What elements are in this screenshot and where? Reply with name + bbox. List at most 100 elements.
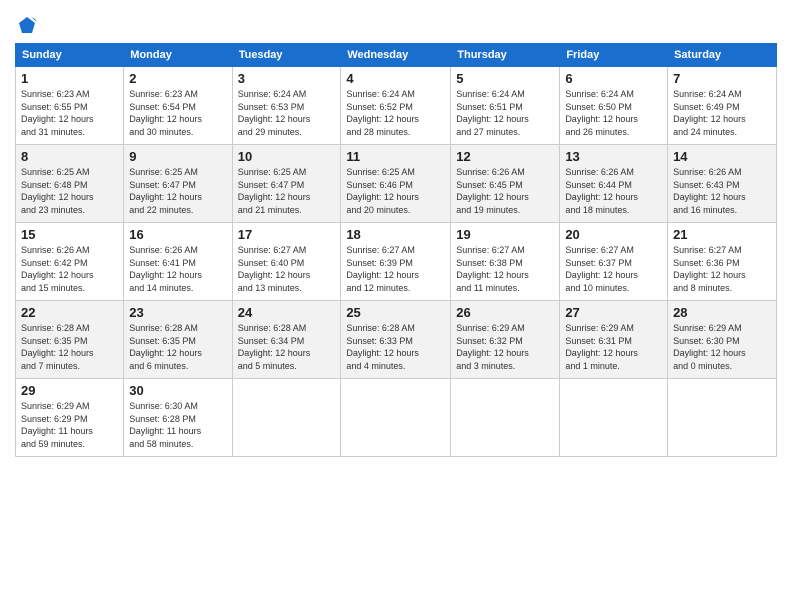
day-info: Sunrise: 6:25 AM Sunset: 6:48 PM Dayligh… [21, 166, 118, 216]
day-cell: 21Sunrise: 6:27 AM Sunset: 6:36 PM Dayli… [668, 223, 777, 301]
logo [15, 15, 37, 35]
day-info: Sunrise: 6:30 AM Sunset: 6:28 PM Dayligh… [129, 400, 226, 450]
day-cell: 30 Sunrise: 6:30 AM Sunset: 6:28 PM Dayli… [124, 379, 232, 457]
day-number: 13 [565, 149, 662, 164]
day-number: 22 [21, 305, 118, 320]
day-number: 6 [565, 71, 662, 86]
day-info: Sunrise: 6:26 AM Sunset: 6:45 PM Dayligh… [456, 166, 554, 216]
day-cell: 18 Sunrise: 6:27 AM Sunset: 6:39 PM Dayli… [341, 223, 451, 301]
day-number: 20 [565, 227, 662, 242]
day-number: 23 [129, 305, 226, 320]
day-info: Sunrise: 6:23 AM Sunset: 6:54 PM Dayligh… [129, 88, 226, 138]
day-number: 9 [129, 149, 226, 164]
day-cell: 22 Sunrise: 6:28 AM Sunset: 6:35 PM Dayli… [16, 301, 124, 379]
week-row-5: 29 Sunrise: 6:29 AM Sunset: 6:29 PM Dayli… [16, 379, 777, 457]
day-cell: 16 Sunrise: 6:26 AM Sunset: 6:41 PM Dayli… [124, 223, 232, 301]
day-number: 19 [456, 227, 554, 242]
day-cell [451, 379, 560, 457]
col-header-tuesday: Tuesday [232, 44, 341, 67]
day-info: Sunrise: 6:24 AM Sunset: 6:53 PM Dayligh… [238, 88, 336, 138]
day-info: Sunrise: 6:24 AM Sunset: 6:50 PM Dayligh… [565, 88, 662, 138]
day-info: Sunrise: 6:27 AM Sunset: 6:37 PM Dayligh… [565, 244, 662, 294]
col-header-thursday: Thursday [451, 44, 560, 67]
day-cell: 2 Sunrise: 6:23 AM Sunset: 6:54 PM Daylig… [124, 67, 232, 145]
day-cell: 9 Sunrise: 6:25 AM Sunset: 6:47 PM Daylig… [124, 145, 232, 223]
day-info: Sunrise: 6:28 AM Sunset: 6:35 PM Dayligh… [129, 322, 226, 372]
day-cell: 15Sunrise: 6:26 AM Sunset: 6:42 PM Dayli… [16, 223, 124, 301]
day-number: 8 [21, 149, 118, 164]
day-info: Sunrise: 6:24 AM Sunset: 6:51 PM Dayligh… [456, 88, 554, 138]
col-header-saturday: Saturday [668, 44, 777, 67]
calendar-table: SundayMondayTuesdayWednesdayThursdayFrid… [15, 43, 777, 457]
day-info: Sunrise: 6:28 AM Sunset: 6:34 PM Dayligh… [238, 322, 336, 372]
day-cell [341, 379, 451, 457]
day-cell: 24 Sunrise: 6:28 AM Sunset: 6:34 PM Dayli… [232, 301, 341, 379]
day-number: 29 [21, 383, 118, 398]
day-number: 17 [238, 227, 336, 242]
day-number: 28 [673, 305, 771, 320]
day-number: 7 [673, 71, 771, 86]
day-cell: 7 Sunrise: 6:24 AM Sunset: 6:49 PM Daylig… [668, 67, 777, 145]
day-cell: 23 Sunrise: 6:28 AM Sunset: 6:35 PM Dayli… [124, 301, 232, 379]
col-header-wednesday: Wednesday [341, 44, 451, 67]
day-cell: 19 Sunrise: 6:27 AM Sunset: 6:38 PM Dayli… [451, 223, 560, 301]
day-cell: 4 Sunrise: 6:24 AM Sunset: 6:52 PM Daylig… [341, 67, 451, 145]
day-cell [232, 379, 341, 457]
day-number: 1 [21, 71, 118, 86]
page-container: SundayMondayTuesdayWednesdayThursdayFrid… [0, 0, 792, 467]
day-info: Sunrise: 6:27 AM Sunset: 6:38 PM Dayligh… [456, 244, 554, 294]
day-info: Sunrise: 6:27 AM Sunset: 6:39 PM Dayligh… [346, 244, 445, 294]
day-info: Sunrise: 6:29 AM Sunset: 6:29 PM Dayligh… [21, 400, 118, 450]
day-info: Sunrise: 6:24 AM Sunset: 6:49 PM Dayligh… [673, 88, 771, 138]
day-cell: 28 Sunrise: 6:29 AM Sunset: 6:30 PM Dayli… [668, 301, 777, 379]
day-info: Sunrise: 6:25 AM Sunset: 6:47 PM Dayligh… [238, 166, 336, 216]
week-row-2: 8 Sunrise: 6:25 AM Sunset: 6:48 PM Daylig… [16, 145, 777, 223]
day-info: Sunrise: 6:28 AM Sunset: 6:35 PM Dayligh… [21, 322, 118, 372]
day-cell: 14 Sunrise: 6:26 AM Sunset: 6:43 PM Dayli… [668, 145, 777, 223]
day-info: Sunrise: 6:29 AM Sunset: 6:30 PM Dayligh… [673, 322, 771, 372]
day-info: Sunrise: 6:26 AM Sunset: 6:41 PM Dayligh… [129, 244, 226, 294]
week-row-1: 1 Sunrise: 6:23 AM Sunset: 6:55 PM Daylig… [16, 67, 777, 145]
day-cell: 17Sunrise: 6:27 AM Sunset: 6:40 PM Dayli… [232, 223, 341, 301]
day-info: Sunrise: 6:24 AM Sunset: 6:52 PM Dayligh… [346, 88, 445, 138]
day-info: Sunrise: 6:29 AM Sunset: 6:31 PM Dayligh… [565, 322, 662, 372]
day-number: 3 [238, 71, 336, 86]
day-info: Sunrise: 6:25 AM Sunset: 6:46 PM Dayligh… [346, 166, 445, 216]
day-info: Sunrise: 6:26 AM Sunset: 6:43 PM Dayligh… [673, 166, 771, 216]
day-cell [560, 379, 668, 457]
day-info: Sunrise: 6:29 AM Sunset: 6:32 PM Dayligh… [456, 322, 554, 372]
day-number: 30 [129, 383, 226, 398]
day-cell: 27Sunrise: 6:29 AM Sunset: 6:31 PM Dayli… [560, 301, 668, 379]
day-info: Sunrise: 6:26 AM Sunset: 6:44 PM Dayligh… [565, 166, 662, 216]
day-cell: 20 Sunrise: 6:27 AM Sunset: 6:37 PM Dayli… [560, 223, 668, 301]
day-number: 10 [238, 149, 336, 164]
day-cell: 26 Sunrise: 6:29 AM Sunset: 6:32 PM Dayli… [451, 301, 560, 379]
day-info: Sunrise: 6:25 AM Sunset: 6:47 PM Dayligh… [129, 166, 226, 216]
day-cell: 6 Sunrise: 6:24 AM Sunset: 6:50 PM Daylig… [560, 67, 668, 145]
day-number: 11 [346, 149, 445, 164]
day-number: 18 [346, 227, 445, 242]
day-cell: 12Sunrise: 6:26 AM Sunset: 6:45 PM Dayli… [451, 145, 560, 223]
day-number: 14 [673, 149, 771, 164]
day-number: 26 [456, 305, 554, 320]
col-header-monday: Monday [124, 44, 232, 67]
day-cell: 3 Sunrise: 6:24 AM Sunset: 6:53 PM Daylig… [232, 67, 341, 145]
day-number: 5 [456, 71, 554, 86]
day-number: 2 [129, 71, 226, 86]
day-number: 4 [346, 71, 445, 86]
day-number: 16 [129, 227, 226, 242]
day-info: Sunrise: 6:27 AM Sunset: 6:36 PM Dayligh… [673, 244, 771, 294]
day-cell: 10 Sunrise: 6:25 AM Sunset: 6:47 PM Dayli… [232, 145, 341, 223]
week-row-3: 15Sunrise: 6:26 AM Sunset: 6:42 PM Dayli… [16, 223, 777, 301]
week-row-4: 22 Sunrise: 6:28 AM Sunset: 6:35 PM Dayli… [16, 301, 777, 379]
day-number: 24 [238, 305, 336, 320]
day-info: Sunrise: 6:28 AM Sunset: 6:33 PM Dayligh… [346, 322, 445, 372]
day-cell [668, 379, 777, 457]
col-header-sunday: Sunday [16, 44, 124, 67]
day-cell: 8 Sunrise: 6:25 AM Sunset: 6:48 PM Daylig… [16, 145, 124, 223]
day-info: Sunrise: 6:23 AM Sunset: 6:55 PM Dayligh… [21, 88, 118, 138]
day-cell: 29 Sunrise: 6:29 AM Sunset: 6:29 PM Dayli… [16, 379, 124, 457]
day-number: 25 [346, 305, 445, 320]
day-cell: 25 Sunrise: 6:28 AM Sunset: 6:33 PM Dayli… [341, 301, 451, 379]
logo-icon [17, 15, 37, 35]
